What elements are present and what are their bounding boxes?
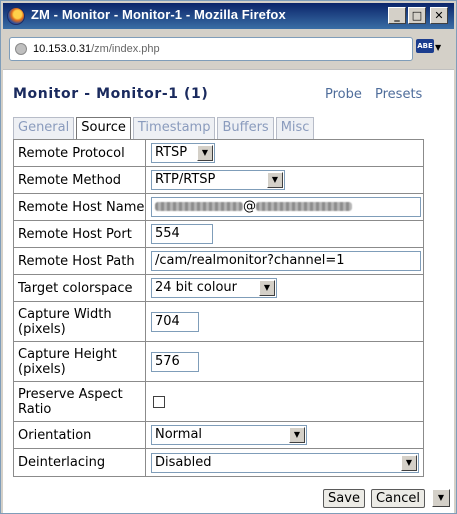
form-row: Deinterlacing Disabled ▼ bbox=[14, 449, 423, 476]
chevron-down-icon: ▼ bbox=[435, 43, 442, 52]
preserve-aspect-ratio-checkbox[interactable] bbox=[153, 395, 165, 408]
capture-height-label: Capture Height (pixels) bbox=[14, 342, 146, 381]
cancel-button[interactable]: Cancel bbox=[371, 489, 425, 508]
title-bar[interactable]: ZM - Monitor - Monitor-1 - Mozilla Firef… bbox=[3, 3, 454, 29]
url-path: /zm/index.php bbox=[91, 43, 160, 55]
remote-method-label: Remote Method bbox=[14, 167, 146, 193]
form-row: Remote Protocol RTSP ▼ bbox=[14, 140, 423, 167]
tab-timestamp[interactable]: Timestamp bbox=[132, 117, 216, 139]
remote-host-name-at: @ bbox=[243, 199, 256, 214]
remote-host-path-input[interactable]: /cam/realmonitor?channel=1 bbox=[151, 251, 421, 271]
remote-method-select[interactable]: RTP/RTSP ▼ bbox=[151, 170, 285, 190]
page-content: Monitor - Monitor-1 (1) Probe Presets Ge… bbox=[3, 69, 454, 513]
tab-buffers[interactable]: Buffers bbox=[217, 117, 274, 139]
remote-protocol-value: RTSP bbox=[155, 145, 188, 160]
dropdown-arrow-icon[interactable]: ▼ bbox=[197, 145, 213, 161]
remote-host-port-input[interactable]: 554 bbox=[151, 224, 213, 244]
abe-addon-button[interactable]: ABE ▼ bbox=[416, 39, 442, 57]
source-form: Remote Protocol RTSP ▼ Remote Method RTP… bbox=[13, 139, 424, 477]
form-row: Remote Host Port 554 bbox=[14, 221, 423, 248]
target-colorspace-value: 24 bit colour bbox=[155, 280, 238, 295]
remote-host-path-label: Remote Host Path bbox=[14, 248, 146, 274]
maximize-button[interactable]: □ bbox=[408, 7, 426, 24]
presets-link[interactable]: Presets bbox=[375, 87, 422, 102]
address-bar: 10.153.0.31/zm/index.php ABE ▼ bbox=[3, 30, 454, 68]
redacted-hostname bbox=[256, 202, 352, 211]
browser-window: ZM - Monitor - Monitor-1 - Mozilla Firef… bbox=[0, 0, 457, 514]
save-button[interactable]: Save bbox=[323, 489, 365, 508]
tab-bar: General Source Timestamp Buffers Misc bbox=[13, 117, 316, 140]
firefox-icon bbox=[7, 7, 25, 25]
close-button[interactable]: ✕ bbox=[430, 7, 448, 24]
scroll-down-button[interactable]: ▼ bbox=[432, 489, 450, 507]
form-row: Capture Height (pixels) 576 bbox=[14, 342, 423, 382]
redacted-username bbox=[155, 202, 243, 211]
orientation-label: Orientation bbox=[14, 422, 146, 448]
tab-general[interactable]: General bbox=[13, 117, 75, 139]
capture-width-label: Capture Width (pixels) bbox=[14, 302, 146, 341]
form-row: Orientation Normal ▼ bbox=[14, 422, 423, 449]
deinterlacing-value: Disabled bbox=[155, 454, 212, 470]
form-row: Remote Host Name @ bbox=[14, 194, 423, 221]
dropdown-arrow-icon[interactable]: ▼ bbox=[267, 172, 283, 188]
form-row: Remote Method RTP/RTSP ▼ bbox=[14, 167, 423, 194]
preserve-aspect-ratio-label: Preserve Aspect Ratio bbox=[14, 382, 146, 421]
dropdown-arrow-icon[interactable]: ▼ bbox=[259, 280, 275, 296]
deinterlacing-label: Deinterlacing bbox=[14, 449, 146, 476]
orientation-value: Normal bbox=[155, 427, 203, 442]
form-row: Capture Width (pixels) 704 bbox=[14, 302, 423, 342]
target-colorspace-label: Target colorspace bbox=[14, 275, 146, 301]
remote-protocol-label: Remote Protocol bbox=[14, 140, 146, 166]
url-host: 10.153.0.31 bbox=[33, 43, 92, 55]
remote-host-name-input[interactable]: @ bbox=[151, 197, 421, 217]
remote-host-name-label: Remote Host Name bbox=[14, 194, 146, 220]
page-title: Monitor - Monitor-1 (1) bbox=[13, 86, 209, 102]
window-title: ZM - Monitor - Monitor-1 - Mozilla Firef… bbox=[31, 7, 286, 22]
tab-misc[interactable]: Misc bbox=[275, 117, 315, 139]
minimize-button[interactable]: _ bbox=[388, 7, 406, 24]
dropdown-arrow-icon[interactable]: ▼ bbox=[289, 427, 305, 443]
dropdown-arrow-icon[interactable]: ▼ bbox=[401, 454, 417, 471]
url-field[interactable]: 10.153.0.31/zm/index.php bbox=[9, 37, 413, 61]
probe-link[interactable]: Probe bbox=[325, 87, 362, 102]
remote-protocol-select[interactable]: RTSP ▼ bbox=[151, 143, 215, 163]
orientation-select[interactable]: Normal ▼ bbox=[151, 425, 307, 445]
site-identity-icon[interactable] bbox=[15, 43, 27, 55]
form-row: Remote Host Path /cam/realmonitor?channe… bbox=[14, 248, 423, 275]
abe-icon: ABE bbox=[416, 39, 434, 53]
remote-host-port-label: Remote Host Port bbox=[14, 221, 146, 247]
form-row: Preserve Aspect Ratio bbox=[14, 382, 423, 422]
remote-method-value: RTP/RTSP bbox=[155, 172, 216, 187]
capture-width-input[interactable]: 704 bbox=[151, 311, 199, 332]
capture-height-input[interactable]: 576 bbox=[151, 351, 199, 372]
deinterlacing-select[interactable]: Disabled ▼ bbox=[151, 452, 419, 473]
target-colorspace-select[interactable]: 24 bit colour ▼ bbox=[151, 278, 277, 298]
form-row: Target colorspace 24 bit colour ▼ bbox=[14, 275, 423, 302]
tab-source[interactable]: Source bbox=[76, 117, 131, 140]
